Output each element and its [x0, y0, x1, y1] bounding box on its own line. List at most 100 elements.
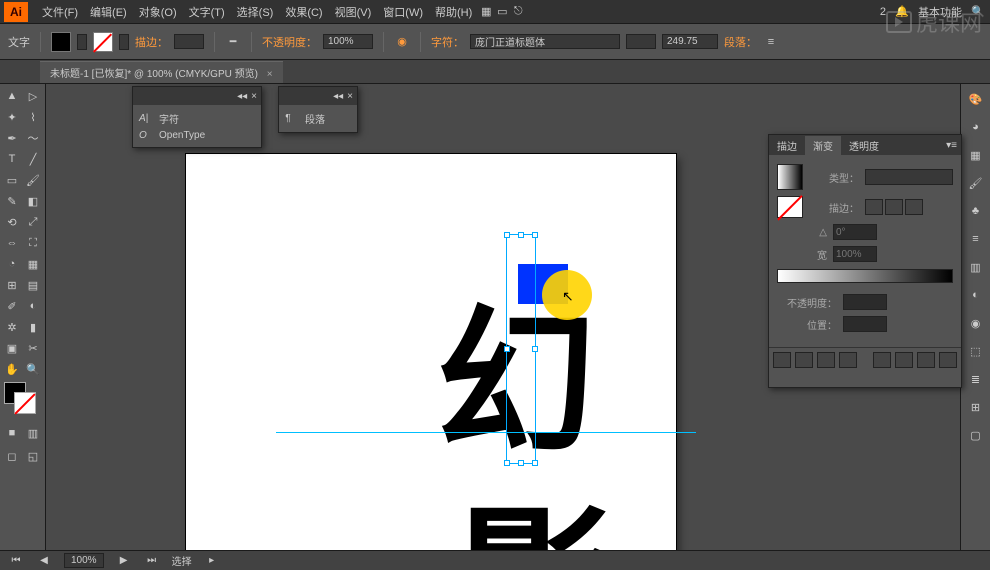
gradient-mode[interactable]: ▥: [23, 423, 43, 443]
eraser-tool[interactable]: ◧: [23, 191, 43, 211]
stop-opacity-input[interactable]: [843, 294, 887, 310]
artboard-tool[interactable]: ▣: [2, 338, 22, 358]
menu-file[interactable]: 文件(F): [36, 4, 84, 20]
rectangle-tool[interactable]: ▭: [2, 170, 22, 190]
font-style-input[interactable]: [626, 34, 656, 49]
tab-transparency[interactable]: 透明度: [841, 136, 887, 155]
handle-nw[interactable]: [504, 232, 510, 238]
notification-count[interactable]: 2: [880, 6, 886, 18]
menu-edit[interactable]: 编辑(E): [84, 4, 133, 20]
menu-object[interactable]: 对象(O): [133, 4, 183, 20]
align-btn-2[interactable]: [795, 352, 813, 368]
stroke-grad-mode-3[interactable]: [905, 199, 923, 215]
blend-tool[interactable]: ◐: [23, 296, 43, 316]
menu-window[interactable]: 窗口(W): [377, 4, 429, 20]
menu-type[interactable]: 文字(T): [183, 4, 231, 20]
line-tool[interactable]: ╱: [23, 149, 43, 169]
stroke-weight-input[interactable]: [174, 34, 204, 49]
hand-tool[interactable]: ✋: [2, 359, 22, 379]
tab-paragraph[interactable]: ¶ 段落: [285, 109, 351, 128]
symbol-sprayer-tool[interactable]: ✲: [2, 317, 22, 337]
graphic-styles-icon[interactable]: ⬚: [965, 340, 987, 362]
rotate-tool[interactable]: ⟲: [2, 212, 22, 232]
aspect-input[interactable]: [833, 246, 877, 262]
stroke-grad-mode-1[interactable]: [865, 199, 883, 215]
swatches-icon[interactable]: ▦: [965, 144, 987, 166]
gradient-tool[interactable]: ▤: [23, 275, 43, 295]
align-btn-1[interactable]: [773, 352, 791, 368]
nav-first-icon[interactable]: ⏮: [8, 553, 24, 569]
bell-icon[interactable]: 🔔: [894, 4, 910, 20]
pencil-tool[interactable]: ✎: [2, 191, 22, 211]
panel-collapse-icon[interactable]: ◂◂: [333, 91, 343, 102]
align-btn-6[interactable]: [895, 352, 913, 368]
mesh-tool[interactable]: ⊞: [2, 275, 22, 295]
free-transform-tool[interactable]: ⛶: [23, 233, 43, 253]
font-family-input[interactable]: [470, 34, 620, 49]
handle-s[interactable]: [518, 460, 524, 466]
zoom-tool[interactable]: 🔍: [23, 359, 43, 379]
align-btn-4[interactable]: [839, 352, 857, 368]
color-panel-icon[interactable]: 🎨: [965, 88, 987, 110]
align-btn-5[interactable]: [873, 352, 891, 368]
graph-tool[interactable]: ▮: [23, 317, 43, 337]
color-wells[interactable]: [2, 380, 43, 420]
appearance-icon[interactable]: ◉: [965, 312, 987, 334]
type-tool[interactable]: T: [2, 149, 22, 169]
character-panel[interactable]: ◂◂ × A| 字符 O OpenType: [132, 86, 262, 148]
angle-input[interactable]: [833, 224, 877, 240]
stroke-swatch[interactable]: [93, 32, 113, 52]
scale-tool[interactable]: ⤢: [23, 212, 43, 232]
normal-draw[interactable]: ◻: [2, 446, 22, 466]
close-icon[interactable]: ×: [251, 91, 257, 102]
bridge-icon[interactable]: ▦: [478, 4, 494, 20]
gradient-panel[interactable]: 描边 渐变 透明度 ▾≡ 类型： 描边： △ 宽 不: [768, 134, 962, 388]
paragraph-panel[interactable]: ◂◂ × ¶ 段落: [278, 86, 358, 133]
search-icon[interactable]: 🔍: [970, 4, 986, 20]
fill-dropdown[interactable]: [77, 34, 87, 50]
gradient-stroke-swatch[interactable]: [777, 196, 803, 218]
pen-tool[interactable]: ✒: [2, 128, 22, 148]
close-tab-icon[interactable]: ×: [267, 69, 273, 80]
fill-swatch[interactable]: [51, 32, 71, 52]
gpu-icon[interactable]: ⎋: [510, 4, 526, 20]
stroke-grad-mode-2[interactable]: [885, 199, 903, 215]
font-size-input[interactable]: [662, 34, 718, 49]
menu-help[interactable]: 帮助(H): [429, 4, 478, 20]
tab-stroke[interactable]: 描边: [769, 136, 805, 155]
color-guide-icon[interactable]: ◕: [965, 116, 987, 138]
handle-sw[interactable]: [504, 460, 510, 466]
gradient-preview[interactable]: [777, 164, 803, 190]
shape-builder-tool[interactable]: ◔: [2, 254, 22, 274]
eyedropper-tool[interactable]: ✐: [2, 296, 22, 316]
status-dropdown-icon[interactable]: ▸: [204, 553, 220, 569]
gradient-slider[interactable]: [777, 269, 953, 283]
workspace-switcher[interactable]: 基本功能: [918, 4, 962, 20]
width-tool[interactable]: ⇔: [2, 233, 22, 253]
lasso-tool[interactable]: ⌇: [23, 107, 43, 127]
opacity-input[interactable]: [323, 34, 373, 49]
panel-menu-icon[interactable]: ▾≡: [942, 140, 961, 151]
tab-opentype[interactable]: O OpenType: [139, 128, 255, 143]
transparency-icon[interactable]: ◐: [965, 284, 987, 306]
color-mode[interactable]: ■: [2, 423, 22, 443]
menu-select[interactable]: 选择(S): [231, 4, 280, 20]
tab-character[interactable]: A| 字符: [139, 109, 255, 128]
menu-view[interactable]: 视图(V): [329, 4, 378, 20]
curvature-tool[interactable]: ～: [23, 128, 43, 148]
selection-bounds[interactable]: [506, 234, 536, 464]
paintbrush-tool[interactable]: 🖌: [23, 170, 43, 190]
stroke-dropdown[interactable]: [119, 34, 129, 50]
gradient-panel-icon[interactable]: ▥: [965, 256, 987, 278]
draw-behind[interactable]: ◱: [23, 446, 43, 466]
arrange-icon[interactable]: ▭: [494, 4, 510, 20]
symbols-icon[interactable]: ♣: [965, 200, 987, 222]
align-btn-7[interactable]: [917, 352, 935, 368]
nav-next-icon[interactable]: ▶: [116, 553, 132, 569]
handle-n[interactable]: [518, 232, 524, 238]
align-btn-8[interactable]: [939, 352, 957, 368]
handle-e[interactable]: [532, 346, 538, 352]
zoom-level[interactable]: 100%: [64, 553, 104, 568]
cap-icon[interactable]: ━: [225, 34, 241, 50]
handle-w[interactable]: [504, 346, 510, 352]
